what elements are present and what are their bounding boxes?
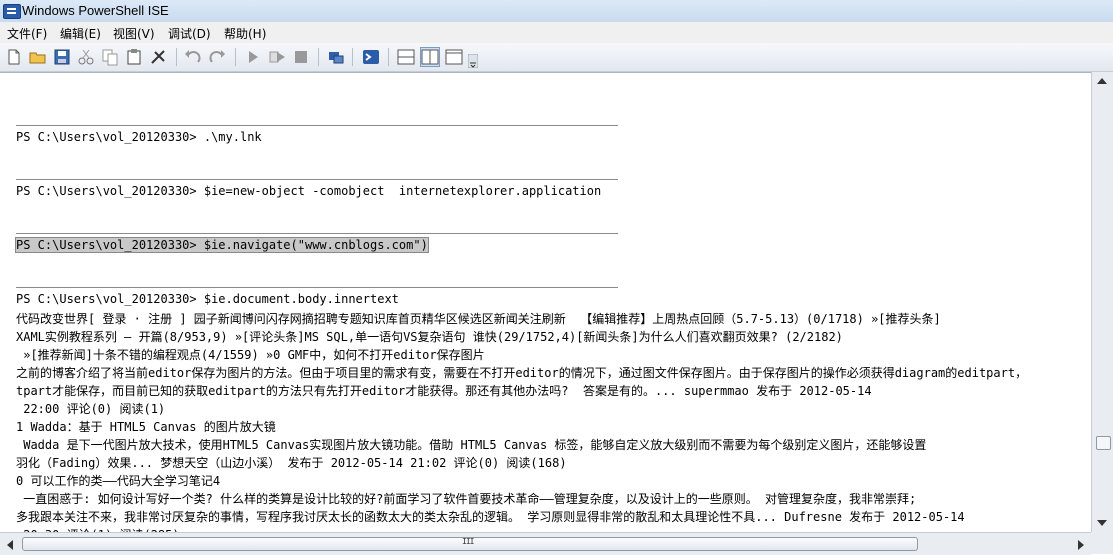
- vertical-scroll-thumb[interactable]: [1096, 436, 1111, 450]
- stop-icon[interactable]: [292, 48, 310, 66]
- scroll-down-icon[interactable]: [1097, 520, 1107, 526]
- menu-debug[interactable]: 调试(D): [168, 25, 211, 42]
- show-script-pane-top-icon[interactable]: [397, 48, 415, 66]
- scroll-left-icon[interactable]: [7, 540, 13, 550]
- menu-file[interactable]: 文件(F): [7, 25, 47, 42]
- cut-icon[interactable]: [77, 48, 95, 66]
- show-script-pane-right-icon[interactable]: [420, 47, 440, 67]
- console-command-selected: PS C:\Users\vol_20120330> $ie.navigate("…: [15, 237, 429, 253]
- console-output-line: »[推荐新闻]十条不错的编程观点(4/1559) »0 GMF中，如何不打开ed…: [16, 348, 485, 362]
- powershell-app-icon: [3, 4, 21, 19]
- command-separator: [16, 125, 618, 126]
- console-output-line: Wadda 是下一代图片放大技术，使用HTML5 Canvas实现图片放大镜功能…: [16, 438, 927, 452]
- console-output-line: tpart才能保存，而目前已知的获取editpart的方法只有先打开editor…: [16, 384, 872, 398]
- menu-view[interactable]: 视图(V): [113, 25, 155, 42]
- console-output-line: 1 Wadda：基于 HTML5 Canvas 的图片放大镜: [16, 420, 276, 434]
- scroll-up-icon[interactable]: [1097, 78, 1107, 84]
- window-title: Windows PowerShell ISE: [22, 3, 169, 18]
- console-output-line: 22:00 评论(0) 阅读(1): [16, 402, 166, 416]
- console-output-line: 一直困惑于: 如何设计写好一个类? 什么样的类算是设计比较的好?前面学习了软件首…: [16, 492, 917, 506]
- menu-help[interactable]: 帮助(H): [224, 25, 266, 42]
- copy-icon[interactable]: [101, 48, 119, 66]
- open-folder-icon[interactable]: [29, 48, 47, 66]
- toolbar-separator: [352, 48, 353, 66]
- command-separator: [16, 233, 618, 234]
- save-icon[interactable]: [53, 48, 71, 66]
- toolbar: [0, 43, 1113, 72]
- redo-icon[interactable]: [208, 48, 226, 66]
- command-separator: [16, 179, 618, 180]
- console-command: PS C:\Users\vol_20120330> $ie=new-object…: [16, 184, 602, 198]
- scroll-right-icon[interactable]: [1078, 540, 1084, 550]
- undo-icon[interactable]: [184, 48, 202, 66]
- title-bar: Windows PowerShell ISE: [0, 0, 1113, 23]
- console-output-line: 之前的博客介绍了将当前editor保存为图片的方法。但由于项目里的需求有变，需要…: [16, 366, 1028, 380]
- scroll-grip-icon: III: [462, 537, 474, 546]
- run-icon[interactable]: [244, 48, 262, 66]
- vertical-scrollbar[interactable]: [1091, 72, 1113, 532]
- command-separator: [16, 287, 618, 288]
- toolbar-separator: [318, 48, 319, 66]
- console-output-line: 0 可以工作的类——代码大全学习笔记4: [16, 474, 221, 488]
- menu-bar: 文件(F) 编辑(E) 视图(V) 调试(D) 帮助(H): [0, 22, 1113, 43]
- console-command: PS C:\Users\vol_20120330> $ie.document.b…: [16, 292, 399, 306]
- new-remote-tab-icon[interactable]: [327, 48, 345, 66]
- toolbar-separator: [388, 48, 389, 66]
- scrollbar-corner: [1091, 532, 1113, 554]
- console-output-line: 多我跟本关注不来，我非常讨厌复杂的事情，写程序我讨厌太长的函数太大的类太杂乱的逻…: [16, 510, 965, 524]
- show-script-pane-max-icon[interactable]: [445, 48, 463, 66]
- toolbar-overflow-icon[interactable]: [468, 54, 478, 68]
- paste-icon[interactable]: [125, 48, 143, 66]
- run-selection-icon[interactable]: [268, 48, 286, 66]
- console-output-line: 代码改变世界[ 登录 · 注册 ] 园子新闻博问闪存网摘招聘专题知识库首页精华区…: [16, 312, 941, 326]
- console-pane[interactable]: PS C:\Users\vol_20120330> .\my.lnk PS C:…: [0, 72, 1091, 542]
- toolbar-separator: [176, 48, 177, 66]
- toolbar-separator: [235, 48, 236, 66]
- menu-edit[interactable]: 编辑(E): [60, 25, 101, 42]
- new-file-icon[interactable]: [5, 48, 23, 66]
- console-output-line: XAML实例教程系列 – 开篇(8/953,9) »[评论头条]MS SQL,单…: [16, 330, 843, 344]
- horizontal-scrollbar[interactable]: III: [0, 532, 1091, 555]
- console-command: PS C:\Users\vol_20120330> .\my.lnk: [16, 130, 262, 144]
- console-output-line: 羽化（Fading）效果... 梦想天空（山边小溪） 发布于 2012-05-1…: [16, 456, 567, 470]
- clear-icon[interactable]: [149, 48, 167, 66]
- start-powershell-icon[interactable]: [362, 48, 380, 66]
